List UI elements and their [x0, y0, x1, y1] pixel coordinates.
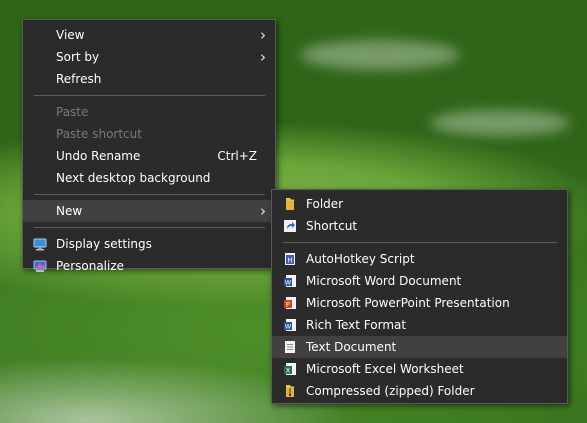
menu-item-label: Display settings	[56, 237, 152, 251]
menu-item-label: Compressed (zipped) Folder	[306, 384, 475, 398]
svg-text:W: W	[285, 323, 292, 331]
menu-item-label: Sort by	[56, 50, 100, 64]
submenu-item-rich-text-format[interactable]: W Rich Text Format	[272, 314, 567, 336]
submenu-item-folder[interactable]: Folder	[272, 193, 567, 215]
menu-separator	[34, 194, 265, 195]
svg-text:W: W	[285, 279, 292, 287]
menu-item-personalize[interactable]: Personalize	[23, 255, 275, 277]
menu-item-label: Folder	[306, 197, 344, 211]
menu-item-label: Shortcut	[306, 219, 358, 233]
folder-icon	[286, 198, 294, 210]
submenu-item-compressed-folder[interactable]: Compressed (zipped) Folder	[272, 380, 567, 402]
menu-item-label: New	[56, 204, 83, 218]
menu-item-label: Microsoft Word Document	[306, 274, 462, 288]
menu-item-label: AutoHotkey Script	[306, 252, 415, 266]
menu-item-label: Refresh	[56, 72, 102, 86]
svg-text:P: P	[286, 301, 290, 309]
menu-item-label: Paste	[56, 105, 89, 119]
autohotkey-icon: H	[285, 253, 295, 265]
excel-icon: X	[284, 363, 296, 375]
menu-item-label: Next desktop background	[56, 171, 211, 185]
menu-separator	[34, 227, 265, 228]
desktop-context-menu: View › Sort by › Refresh Paste Paste sho…	[22, 19, 276, 273]
submenu-item-shortcut[interactable]: Shortcut	[272, 215, 567, 237]
menu-item-display-settings[interactable]: Display settings	[23, 233, 275, 255]
svg-text:H: H	[287, 257, 292, 265]
submenu-item-excel-worksheet[interactable]: X Microsoft Excel Worksheet	[272, 358, 567, 380]
menu-item-label: Paste shortcut	[56, 127, 142, 141]
submenu-item-text-document[interactable]: Text Document	[272, 336, 567, 358]
shortcut-icon	[284, 220, 296, 232]
cloud	[300, 40, 460, 70]
menu-item-label: Undo Rename	[56, 149, 141, 163]
powerpoint-icon: P	[284, 297, 296, 309]
menu-item-label: Microsoft Excel Worksheet	[306, 362, 464, 376]
display-icon	[33, 238, 47, 251]
menu-separator	[283, 242, 557, 243]
new-submenu: Folder Shortcut H AutoHotkey Script W Mi…	[271, 189, 568, 404]
cloud	[430, 110, 570, 136]
menu-item-new[interactable]: New ›	[23, 200, 275, 222]
chevron-right-icon: ›	[260, 26, 266, 44]
menu-item-paste: Paste	[23, 101, 275, 123]
menu-item-undo-rename[interactable]: Undo Rename Ctrl+Z	[23, 145, 275, 167]
menu-item-refresh[interactable]: Refresh	[23, 68, 275, 90]
menu-item-label: Personalize	[56, 259, 125, 273]
personalize-icon	[33, 260, 47, 272]
chevron-right-icon: ›	[260, 48, 266, 66]
chevron-right-icon: ›	[260, 202, 266, 220]
word-icon: W	[284, 275, 296, 287]
menu-item-label: Text Document	[306, 340, 397, 354]
submenu-item-autohotkey-script[interactable]: H AutoHotkey Script	[272, 248, 567, 270]
text-document-icon	[285, 341, 295, 353]
zip-folder-icon	[286, 385, 294, 397]
submenu-item-word-document[interactable]: W Microsoft Word Document	[272, 270, 567, 292]
menu-item-next-desktop-background[interactable]: Next desktop background	[23, 167, 275, 189]
menu-item-sort-by[interactable]: Sort by ›	[23, 46, 275, 68]
menu-separator	[34, 95, 265, 96]
menu-item-label: View	[56, 28, 85, 42]
menu-item-label: Microsoft PowerPoint Presentation	[306, 296, 510, 310]
keyboard-shortcut: Ctrl+Z	[217, 149, 257, 163]
menu-item-paste-shortcut: Paste shortcut	[23, 123, 275, 145]
rtf-icon: W	[284, 319, 296, 331]
menu-item-label: Rich Text Format	[306, 318, 407, 332]
menu-item-view[interactable]: View ›	[23, 24, 275, 46]
submenu-item-powerpoint-presentation[interactable]: P Microsoft PowerPoint Presentation	[272, 292, 567, 314]
svg-text:X: X	[286, 367, 291, 375]
